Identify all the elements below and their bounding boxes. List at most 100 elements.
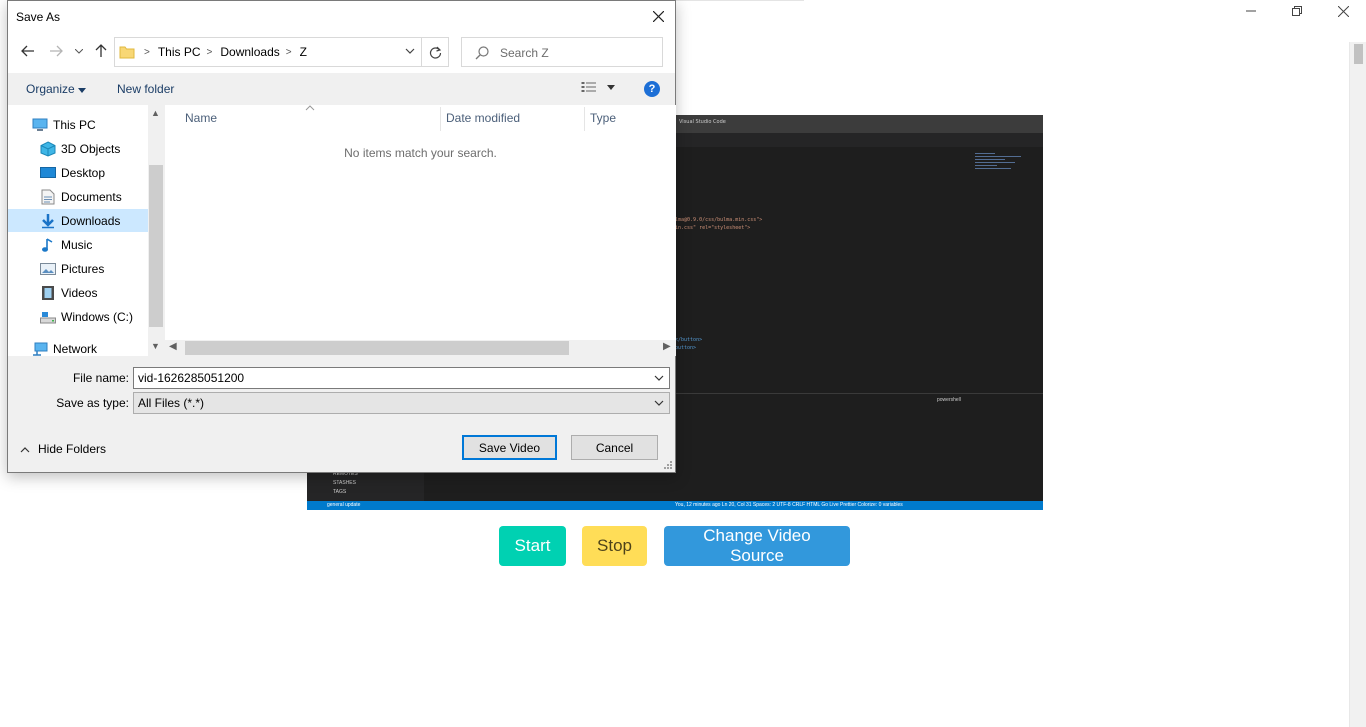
breadcrumb-separator: > xyxy=(285,46,292,58)
nav-pane-scrollbar[interactable]: ▲ ▼ xyxy=(148,105,164,356)
close-icon xyxy=(1337,5,1349,17)
restore-button[interactable] xyxy=(1274,0,1320,22)
arrow-up-icon xyxy=(95,44,107,57)
captured-code-line: lma@0.9.0/css/bulma.min.css"> xyxy=(675,217,763,223)
network-icon xyxy=(32,341,48,357)
nav-label: Videos xyxy=(61,285,98,300)
desktop-icon xyxy=(40,165,56,181)
captured-code-line: in.css" rel="stylesheet"> xyxy=(675,225,751,231)
nav-item-windows-c[interactable]: Windows (C:) xyxy=(8,305,148,328)
help-button[interactable]: ? xyxy=(644,81,660,97)
nav-label: Desktop xyxy=(61,165,106,180)
dialog-close-button[interactable] xyxy=(642,1,675,32)
dialog-titlebar: Save As xyxy=(8,1,675,32)
command-bar: Organize New folder ? xyxy=(8,73,675,105)
dialog-title: Save As xyxy=(16,10,61,24)
hide-folders-label: Hide Folders xyxy=(38,442,107,456)
drive-icon xyxy=(40,309,56,325)
scroll-left-arrow-icon[interactable]: ◀ xyxy=(169,341,177,352)
search-box[interactable] xyxy=(461,37,663,67)
minimize-icon xyxy=(1246,10,1256,12)
file-list: Name Date modified Type No items match y… xyxy=(165,105,676,356)
cube-icon xyxy=(40,140,56,157)
breadcrumb-z[interactable]: Z xyxy=(300,45,307,59)
stop-button[interactable]: Stop xyxy=(582,526,647,566)
nav-item-desktop[interactable]: Desktop xyxy=(8,161,148,184)
nav-item-3d-objects[interactable]: 3D Objects xyxy=(8,137,148,160)
page-scrollbar[interactable] xyxy=(1349,42,1366,727)
save-as-dialog: Save As > This PC > Downloads > Z Search… xyxy=(7,0,676,473)
scrollbar-thumb[interactable] xyxy=(1354,44,1363,64)
scrollbar-thumb[interactable] xyxy=(185,341,569,355)
nav-item-downloads[interactable]: Downloads xyxy=(8,209,148,232)
resize-grip-icon[interactable] xyxy=(663,460,673,470)
recent-locations-button[interactable] xyxy=(74,43,84,59)
nav-label: Pictures xyxy=(61,261,105,276)
minimize-button[interactable] xyxy=(1228,0,1274,22)
breadcrumb-this-pc[interactable]: This PC xyxy=(158,45,201,59)
chevron-down-icon xyxy=(654,400,664,406)
address-bar[interactable]: > This PC > Downloads > Z xyxy=(114,37,422,67)
details-view-icon xyxy=(581,82,596,92)
scrollbar-thumb[interactable] xyxy=(149,165,163,327)
nav-label: Downloads xyxy=(61,213,121,228)
scroll-up-arrow-icon[interactable]: ▲ xyxy=(151,108,160,118)
column-header-name[interactable]: Name xyxy=(185,111,217,125)
captured-sidebar-item: TAGS xyxy=(333,489,347,495)
chevron-down-icon[interactable] xyxy=(654,374,664,382)
organize-menu[interactable]: Organize xyxy=(26,82,87,96)
captured-statusbar: general update You, 12 minutes ago Ln 20… xyxy=(307,501,1043,510)
captured-status-right: You, 12 minutes ago Ln 20, Col 31 Spaces… xyxy=(675,502,903,508)
column-separator[interactable] xyxy=(584,107,585,131)
chevron-down-icon xyxy=(75,48,83,54)
forward-button[interactable] xyxy=(48,43,64,59)
search-input[interactable] xyxy=(498,44,648,61)
back-button[interactable] xyxy=(20,43,36,59)
document-icon xyxy=(40,189,56,205)
file-name-label: File name: xyxy=(72,371,129,385)
file-name-field[interactable]: vid-1626285051200 xyxy=(133,367,670,389)
organize-label: Organize xyxy=(26,82,75,96)
refresh-icon xyxy=(429,46,441,59)
up-button[interactable] xyxy=(93,43,109,59)
captured-code-line: </button> xyxy=(675,337,703,343)
new-folder-button[interactable]: New folder xyxy=(117,82,174,96)
file-list-hscrollbar[interactable]: ◀ ▶ xyxy=(165,340,676,356)
breadcrumb-downloads[interactable]: Downloads xyxy=(220,45,279,59)
dropdown-arrow-icon xyxy=(607,84,615,90)
nav-item-network[interactable]: Network xyxy=(8,337,148,356)
navigation-pane: This PC 3D Objects Desktop Documents Dow… xyxy=(8,105,164,356)
nav-item-music[interactable]: Music xyxy=(8,233,148,256)
column-header-date-modified[interactable]: Date modified xyxy=(446,111,520,125)
nav-item-documents[interactable]: Documents xyxy=(8,185,148,208)
save-video-button[interactable]: Save Video xyxy=(462,435,557,460)
change-video-source-button[interactable]: Change Video Source xyxy=(664,526,850,566)
nav-label: Documents xyxy=(61,189,122,204)
captured-sidebar-item: STASHES xyxy=(333,480,356,486)
restore-icon xyxy=(1292,6,1302,16)
save-as-type-select[interactable]: All Files (*.*) xyxy=(133,392,670,414)
hide-folders-toggle[interactable]: Hide Folders xyxy=(20,442,106,456)
column-separator[interactable] xyxy=(440,107,441,131)
chevron-up-icon xyxy=(20,446,30,452)
nav-label: Music xyxy=(61,237,93,252)
sort-ascending-icon xyxy=(305,105,315,111)
scroll-right-arrow-icon[interactable]: ▶ xyxy=(663,341,671,352)
arrow-right-icon xyxy=(50,45,63,57)
column-header-type[interactable]: Type xyxy=(590,111,616,125)
folder-icon xyxy=(119,46,135,59)
dropdown-arrow-icon xyxy=(78,88,87,93)
cancel-button[interactable]: Cancel xyxy=(571,435,658,460)
nav-label: 3D Objects xyxy=(61,141,121,156)
nav-item-this-pc[interactable]: This PC xyxy=(8,113,148,136)
close-window-button[interactable] xyxy=(1320,0,1366,22)
save-as-type-label: Save as type: xyxy=(56,396,129,410)
scroll-down-arrow-icon[interactable]: ▼ xyxy=(151,341,160,351)
change-view-button[interactable] xyxy=(581,81,615,93)
picture-icon xyxy=(40,261,56,277)
start-button[interactable]: Start xyxy=(499,526,566,566)
nav-item-videos[interactable]: Videos xyxy=(8,281,148,304)
chevron-down-icon[interactable] xyxy=(405,46,415,56)
refresh-button[interactable] xyxy=(422,37,449,67)
nav-item-pictures[interactable]: Pictures xyxy=(8,257,148,280)
